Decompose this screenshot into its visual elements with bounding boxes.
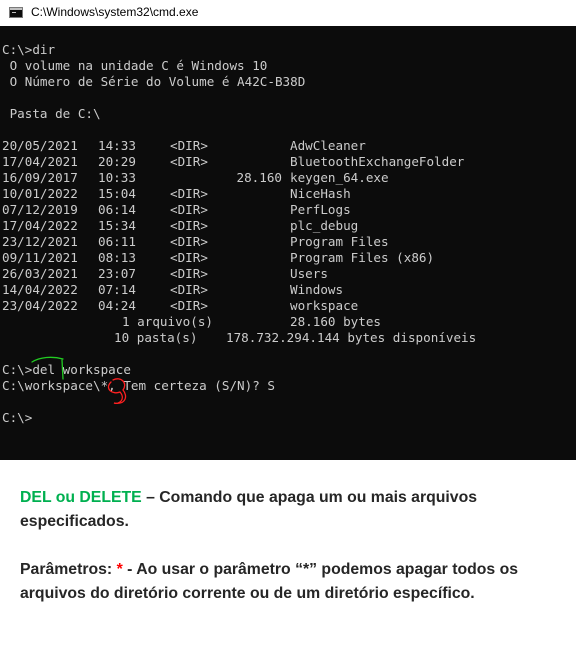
entry-name: NiceHash xyxy=(290,186,351,201)
del-command-line: C:\>del workspace xyxy=(2,362,131,377)
entry-type: <DIR> xyxy=(170,138,208,153)
entry-name: AdwCleaner xyxy=(290,138,366,153)
dir-entry-row: 16/09/2017 10:33 28.160 keygen_64.exe xyxy=(2,170,562,186)
confirm-prompt-line: C:\workspace\*, Tem certeza (S/N)? S xyxy=(2,378,275,393)
entry-type: <DIR> xyxy=(170,266,208,281)
entry-date: 20/05/2021 xyxy=(2,138,78,153)
dir-entry-row: 20/05/2021 14:33 <DIR> AdwCleaner xyxy=(2,138,562,154)
entry-type: <DIR> xyxy=(170,234,208,249)
entry-date: 09/11/2021 xyxy=(2,250,78,265)
entry-name: workspace xyxy=(290,298,359,313)
dir-entry-row: 17/04/2021 20:29 <DIR> BluetoothExchangeFol… xyxy=(2,154,562,170)
entry-name: Program Files (x86) xyxy=(290,250,435,265)
entry-type: <DIR> xyxy=(170,250,208,265)
entry-date: 17/04/2021 xyxy=(2,154,78,169)
folder-line: Pasta de C:\ xyxy=(2,106,101,121)
entry-date: 23/12/2021 xyxy=(2,234,78,249)
entry-time: 04:24 xyxy=(98,298,136,313)
window-title: C:\Windows\system32\cmd.exe xyxy=(31,5,199,19)
dir-entry-row: 23/04/2022 04:24 <DIR> workspace xyxy=(2,298,562,314)
entry-time: 08:13 xyxy=(98,250,136,265)
entry-type: <DIR> xyxy=(170,154,208,169)
files-count: 1 arquivo(s) xyxy=(122,314,213,329)
entry-time: 06:14 xyxy=(98,202,136,217)
summary-files-line: 1 arquivo(s) 28.160 bytes xyxy=(2,314,562,330)
console-output[interactable]: C:\>dir O volume na unidade C é Windows … xyxy=(0,26,576,460)
final-prompt-line: C:\> xyxy=(2,410,33,425)
dir-command-line: C:\>dir xyxy=(2,42,56,57)
summary-dirs-line: 10 pasta(s) 178.732.294.144 bytes dispon… xyxy=(2,330,562,346)
dir-entry-row: 23/12/2021 06:11 <DIR> Program Files xyxy=(2,234,562,250)
entry-type: <DIR> xyxy=(170,202,208,217)
command-term: DEL ou DELETE xyxy=(20,489,142,506)
entry-type: <DIR> xyxy=(170,298,208,313)
entry-name: Program Files xyxy=(290,234,389,249)
entry-time: 06:11 xyxy=(98,234,136,249)
entry-time: 23:07 xyxy=(98,266,136,281)
cmd-icon xyxy=(9,7,23,18)
entry-time: 15:04 xyxy=(98,186,136,201)
dirs-bytes: 178.732.294.144 bytes disponíveis xyxy=(226,330,477,345)
entry-name: Windows xyxy=(290,282,344,297)
entry-type: <DIR> xyxy=(170,218,208,233)
entry-name: Users xyxy=(290,266,328,281)
dir-entry-row: 17/04/2022 15:34 <DIR> plc_debug xyxy=(2,218,562,234)
entry-date: 14/04/2022 xyxy=(2,282,78,297)
volume-line: O volume na unidade C é Windows 10 xyxy=(2,58,268,73)
entry-name: plc_debug xyxy=(290,218,359,233)
entry-time: 07:14 xyxy=(98,282,136,297)
entry-time: 15:34 xyxy=(98,218,136,233)
dir-entry-row: 09/11/2021 08:13 <DIR> Program Files (x86) xyxy=(2,250,562,266)
files-bytes: 28.160 bytes xyxy=(290,314,381,329)
entry-name: PerfLogs xyxy=(290,202,351,217)
cmd-window: C:\Windows\system32\cmd.exe C:\>dir O vo… xyxy=(0,0,576,460)
entry-date: 07/12/2019 xyxy=(2,202,78,217)
entry-date: 16/09/2017 xyxy=(2,170,78,185)
dir-entry-row: 26/03/2021 23:07 <DIR> Users xyxy=(2,266,562,282)
definition-paragraph: DEL ou DELETE – Comando que apaga um ou … xyxy=(20,486,560,534)
entry-date: 17/04/2022 xyxy=(2,218,78,233)
entry-date: 23/04/2022 xyxy=(2,298,78,313)
parameters-label: Parâmetros: xyxy=(20,561,117,578)
parameters-paragraph: Parâmetros: * - Ao usar o parâmetro “*” … xyxy=(20,558,560,606)
entry-name: keygen_64.exe xyxy=(290,170,389,185)
dir-entry-row: 07/12/2019 06:14 <DIR> PerfLogs xyxy=(2,202,562,218)
entry-date: 10/01/2022 xyxy=(2,186,78,201)
entry-time: 14:33 xyxy=(98,138,136,153)
entry-type: <DIR> xyxy=(170,282,208,297)
dirs-count: 10 pasta(s) xyxy=(114,330,198,345)
entry-date: 26/03/2021 xyxy=(2,266,78,281)
title-bar[interactable]: C:\Windows\system32\cmd.exe xyxy=(0,0,576,26)
dir-entry-row: 10/01/2022 15:04 <DIR> NiceHash xyxy=(2,186,562,202)
entry-size: 28.160 xyxy=(236,170,283,185)
entry-time: 10:33 xyxy=(98,170,136,185)
entry-type: <DIR> xyxy=(170,186,208,201)
dir-entry-row: 14/04/2022 07:14 <DIR> Windows xyxy=(2,282,562,298)
entry-name: BluetoothExchangeFolder xyxy=(290,154,465,169)
explanation-text: DEL ou DELETE – Comando que apaga um ou … xyxy=(20,486,560,606)
serial-line: O Número de Série do Volume é A42C-B38D xyxy=(2,74,306,89)
entry-time: 20:29 xyxy=(98,154,136,169)
